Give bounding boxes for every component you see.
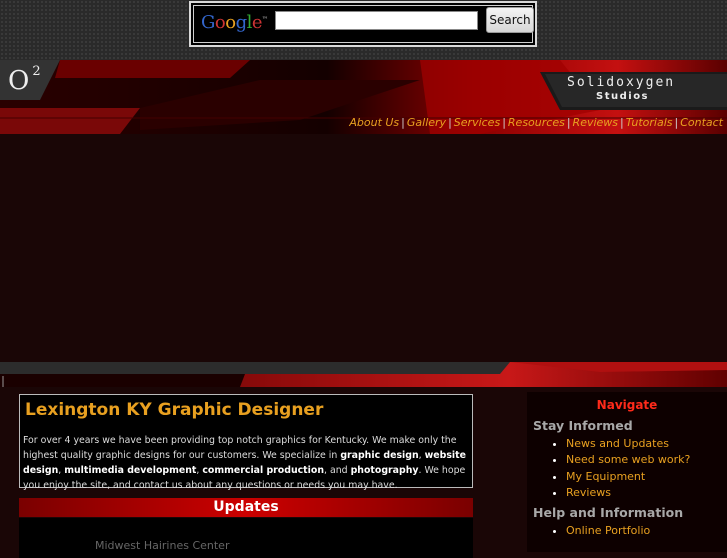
- nav-link-resources[interactable]: Resources: [508, 116, 565, 129]
- sidebar-link[interactable]: Online Portfolio: [566, 524, 650, 537]
- sidebar-link[interactable]: Reviews: [566, 486, 611, 499]
- brand-logo[interactable]: O2: [8, 64, 41, 96]
- banner-area: [0, 134, 727, 362]
- nav-link-about-us[interactable]: About Us: [349, 116, 399, 129]
- list-item[interactable]: Online Portfolio: [566, 523, 650, 539]
- search-button[interactable]: Search: [486, 7, 534, 33]
- list-item[interactable]: News and Updates: [566, 436, 690, 452]
- nav-separator: |: [566, 116, 571, 129]
- sidebar-section-help: Help and Information: [533, 505, 684, 520]
- sidebar-list-stay-informed: News and Updates Need some web work? My …: [550, 436, 690, 502]
- list-item[interactable]: My Equipment: [566, 469, 690, 485]
- list-item[interactable]: Reviews: [566, 485, 690, 501]
- main-content: Lexington KY Graphic Designer For over 4…: [0, 387, 727, 558]
- nav-link-tutorials[interactable]: Tutorials: [626, 116, 673, 129]
- intro-title: Lexington KY Graphic Designer: [25, 400, 324, 420]
- top-search-bar: Google™ Search: [0, 0, 727, 60]
- sidebar-section-stay-informed: Stay Informed: [533, 418, 633, 433]
- updates-heading: Updates: [19, 498, 473, 517]
- main-nav: About Us | Gallery | Services | Resources | Revi…: [349, 116, 723, 129]
- nav-separator: |: [502, 116, 506, 129]
- sidebar-link[interactable]: Need some web work?: [566, 453, 690, 466]
- nav-separator: |: [674, 116, 679, 129]
- update-item-title[interactable]: Midwest Hairines Center: [95, 539, 229, 552]
- sidebar-navigation: Navigate Stay Informed News and Updates …: [527, 392, 727, 552]
- nav-separator: |: [620, 116, 624, 129]
- google-search-box: Google™ Search: [189, 1, 537, 47]
- sidebar-link[interactable]: News and Updates: [566, 437, 669, 450]
- sidebar-list-help: Online Portfolio: [550, 523, 650, 539]
- nav-link-gallery[interactable]: Gallery: [407, 116, 446, 129]
- studio-subtitle: Studios: [596, 91, 650, 102]
- nav-separator: |: [448, 116, 452, 129]
- divider-artwork: [0, 362, 727, 387]
- google-logo: Google™: [201, 12, 268, 33]
- nav-link-contact[interactable]: Contact: [680, 116, 723, 129]
- nav-link-reviews[interactable]: Reviews: [573, 116, 618, 129]
- update-panel: Midwest Hairines Center: [19, 518, 473, 558]
- sidebar-heading: Navigate: [596, 398, 658, 412]
- studio-name: Solidoxygen: [567, 75, 676, 90]
- nav-separator: |: [401, 116, 405, 129]
- search-input[interactable]: [275, 11, 478, 30]
- nav-link-services[interactable]: Services: [454, 116, 500, 129]
- intro-box: Lexington KY Graphic Designer For over 4…: [19, 394, 473, 491]
- sidebar-link[interactable]: My Equipment: [566, 470, 645, 483]
- google-logo-text: Google: [201, 12, 263, 33]
- list-item[interactable]: Need some web work?: [566, 452, 690, 468]
- intro-text: For over 4 years we have been providing …: [23, 435, 466, 491]
